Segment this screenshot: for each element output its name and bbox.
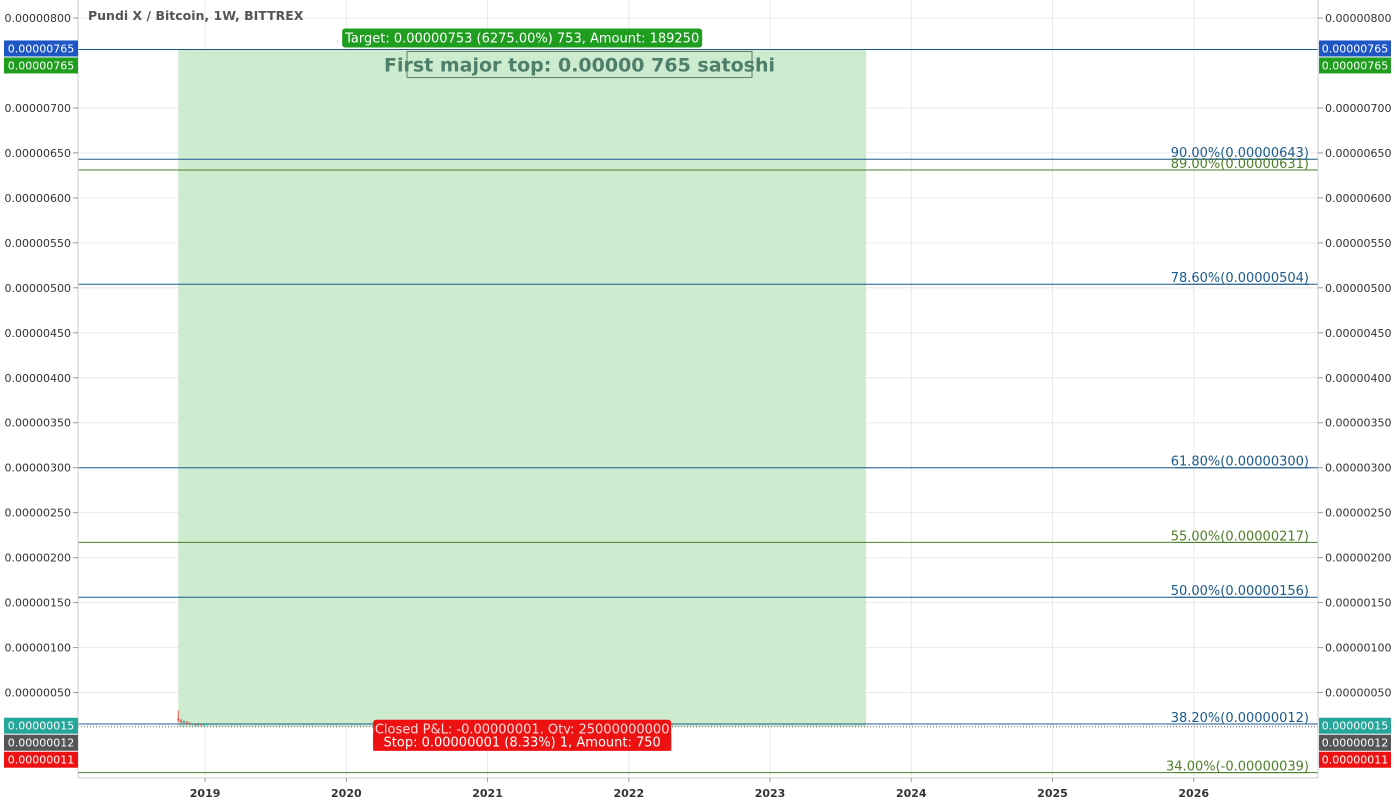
price-tag-label: 0.00000015: [1322, 720, 1388, 733]
y-tick-label-right: 0.00000550: [1325, 237, 1391, 250]
y-tick-label-right: 0.00000300: [1325, 462, 1391, 475]
candle-body: [180, 720, 183, 723]
price-tag-label: 0.00000012: [8, 737, 74, 750]
y-tick-label-left: 0.00000350: [5, 417, 71, 430]
candle-body: [202, 724, 205, 726]
price-tag-label: 0.00000765: [8, 59, 74, 72]
candle-body: [177, 718, 180, 721]
price-tag-label: 0.00000012: [1322, 737, 1388, 750]
y-tick-label-right: 0.00000650: [1325, 147, 1391, 160]
y-tick-label-left: 0.00000400: [5, 372, 71, 385]
y-tick-label-right: 0.00000100: [1325, 642, 1391, 655]
y-tick-label-left: 0.00000450: [5, 327, 71, 340]
candle-body: [182, 721, 185, 723]
x-tick-label: 2023: [755, 787, 786, 800]
y-tick-label-left: 0.00000100: [5, 642, 71, 655]
target-badge-label: Target: 0.00000753 (6275.00%) 753, Amoun…: [344, 31, 699, 46]
price-tag-right: 0.00000012: [1319, 734, 1391, 751]
y-tick-label-left: 0.00000050: [5, 687, 71, 700]
price-tag-label: 0.00000011: [1322, 754, 1388, 767]
price-tag-label: 0.00000765: [1322, 59, 1388, 72]
y-tick-label-left: 0.00000800: [5, 12, 71, 25]
y-tick-label-right: 0.00000050: [1325, 687, 1391, 700]
price-tag-left: 0.00000012: [4, 734, 78, 751]
candle-body: [188, 723, 191, 725]
candle-body: [197, 724, 200, 726]
price-tag-right: 0.00000011: [1319, 751, 1391, 768]
annotation-text: First major top: 0.00000 765 satoshi: [384, 54, 775, 76]
target-badge[interactable]: Target: 0.00000753 (6275.00%) 753, Amoun…: [342, 28, 703, 48]
y-tick-label-left: 0.00000250: [5, 507, 71, 520]
price-tag-right: 0.00000015: [1319, 717, 1391, 734]
price-tag-label: 0.00000011: [8, 754, 74, 767]
price-tag-left: 0.00000015: [4, 717, 78, 734]
x-tick-label: 2024: [896, 787, 927, 800]
price-tag-left: 0.00000765: [4, 57, 78, 74]
y-tick-label-right: 0.00000600: [1325, 192, 1391, 205]
x-tick-label: 2025: [1037, 787, 1068, 800]
candle-body: [199, 724, 202, 726]
candle-body: [205, 724, 208, 726]
y-tick-label-right: 0.00000700: [1325, 102, 1391, 115]
x-tick-label: 2019: [190, 787, 221, 800]
price-tag-label: 0.00000015: [8, 720, 74, 733]
price-tag-left: 0.00000765: [4, 40, 78, 57]
y-tick-label-left: 0.00000500: [5, 282, 71, 295]
stop-label: Stop: 0.00000001 (8.33%) 1, Amount: 750: [384, 736, 661, 751]
long-position-zone[interactable]: [178, 49, 867, 727]
y-tick-label-right: 0.00000400: [1325, 372, 1391, 385]
y-tick-label-left: 0.00000300: [5, 462, 71, 475]
chart-container: 90.00%(0.00000643) 89.00%(0.00000631) 78.6…: [0, 0, 1397, 804]
price-tag-right: 0.00000765: [1319, 57, 1391, 74]
price-tag-label: 0.00000765: [1322, 42, 1388, 55]
candle-body: [191, 724, 194, 726]
price-tag-right: 0.00000765: [1319, 40, 1391, 57]
y-tick-label-left: 0.00000150: [5, 597, 71, 610]
y-tick-label-right: 0.00000200: [1325, 552, 1391, 565]
candle-body: [194, 724, 197, 726]
y-tick-label-right: 0.00000250: [1325, 507, 1391, 520]
x-tick-label: 2026: [1178, 787, 1209, 800]
x-tick-label: 2022: [613, 787, 644, 800]
y-tick-label-right: 0.00000500: [1325, 282, 1391, 295]
price-chart[interactable]: 90.00%(0.00000643)89.00%(0.00000631)78.6…: [0, 0, 1397, 804]
chart-title: Pundi X / Bitcoin, 1W, BITTREX: [88, 8, 304, 23]
first-major-top-annotation[interactable]: First major top: 0.00000 765 satoshi: [384, 50, 775, 78]
profit-zone[interactable]: [178, 49, 867, 727]
y-tick-label-left: 0.00000600: [5, 192, 71, 205]
y-tick-label-left: 0.00000200: [5, 552, 71, 565]
y-tick-label-right: 0.00000800: [1325, 12, 1391, 25]
stop-badge[interactable]: Closed P&L: -0.00000001, Qty: 2500000000…: [373, 719, 672, 751]
y-tick-label-left: 0.00000700: [5, 102, 71, 115]
candle-body: [185, 721, 188, 724]
price-tag-left: 0.00000011: [4, 751, 78, 768]
y-tick-label-left: 0.00000550: [5, 237, 71, 250]
x-tick-label: 2020: [331, 787, 362, 800]
y-tick-label-right: 0.00000150: [1325, 597, 1391, 610]
x-tick-label: 2021: [472, 787, 503, 800]
price-tag-label: 0.00000765: [8, 42, 74, 55]
y-tick-label-left: 0.00000650: [5, 147, 71, 160]
y-tick-label-right: 0.00000450: [1325, 327, 1391, 340]
y-tick-label-right: 0.00000350: [1325, 417, 1391, 430]
